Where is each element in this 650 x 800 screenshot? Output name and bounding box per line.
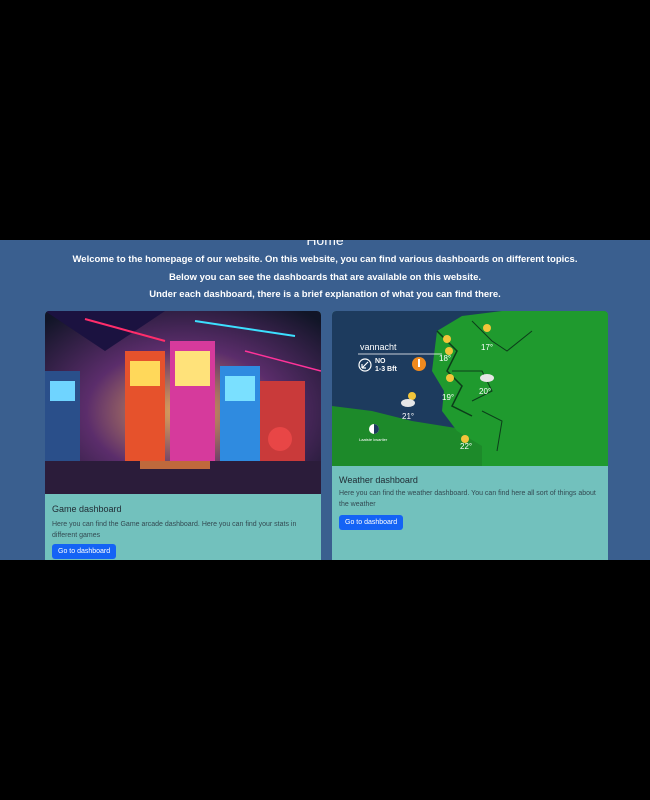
map-temp: 22°: [460, 442, 472, 451]
moon-icon: [443, 335, 451, 343]
weather-dashboard-card: vannacht NO 1-3 Bft Laatste kwartier 17°…: [332, 311, 608, 560]
cloud-icon: [401, 399, 415, 407]
moon-icon: [461, 435, 469, 443]
map-temp: 20°: [479, 387, 491, 396]
go-to-game-dashboard-button[interactable]: Go to dashboard: [52, 544, 117, 559]
page-viewport: Home Welcome to the homepage of our webs…: [0, 240, 650, 560]
map-temp: 18°: [439, 354, 451, 363]
moon-icon: [408, 392, 416, 400]
map-temp: 21°: [402, 412, 414, 421]
moon-icon: [446, 374, 454, 382]
weather-map-image: vannacht NO 1-3 Bft Laatste kwartier 17°…: [332, 311, 608, 466]
map-temp: 19°: [442, 393, 454, 402]
card-title: Game dashboard: [52, 504, 122, 514]
cloud-icon: [480, 374, 494, 382]
map-label: vannacht: [360, 342, 397, 352]
game-dashboard-card: Game dashboard Here you can find the Gam…: [45, 311, 321, 560]
go-to-weather-dashboard-button[interactable]: Go to dashboard: [339, 515, 404, 530]
arcade-image: [45, 311, 321, 494]
moon-icon: [445, 347, 453, 355]
wind-speed: 1-3 Bft: [375, 366, 397, 373]
wind-direction: NO: [375, 358, 386, 365]
card-title: Weather dashboard: [339, 475, 418, 485]
hero-intro-line: Below you can see the dashboards that ar…: [168, 272, 481, 283]
moon-icon: [483, 324, 491, 332]
map-legend: Laatste kwartier: [359, 437, 388, 442]
map-temp: 17°: [481, 343, 493, 352]
hero-intro-line: Under each dashboard, there is a brief e…: [149, 289, 501, 300]
card-description: Here you can find the weather dashboard.…: [339, 490, 596, 508]
hero-section: Home Welcome to the homepage of our webs…: [0, 240, 650, 311]
card-description: Here you can find the Game arcade dashbo…: [52, 521, 297, 539]
page-title: Home: [306, 240, 344, 248]
hero-intro-line: Welcome to the homepage of our website. …: [72, 254, 578, 265]
